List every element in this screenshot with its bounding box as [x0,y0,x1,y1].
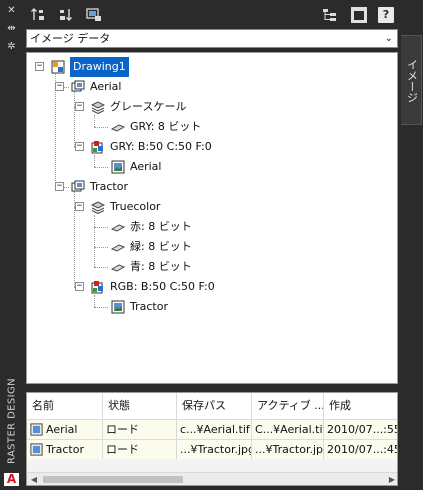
tree-item-drawing1[interactable]: − Drawing1 [27,57,397,77]
image-icon [111,300,125,314]
column-header-saved-path[interactable]: 保存パス [177,393,252,419]
window-icon[interactable] [351,7,367,23]
cell-state: ロード [103,420,177,439]
band-icon [110,240,126,254]
tab-image[interactable]: イメージ [401,35,422,125]
collapse-toggle[interactable]: − [75,102,84,111]
tree-item-label: Tractor [90,180,128,193]
tree-item-label: RGB: B:50 C:50 F:0 [110,280,215,293]
column-header-created[interactable]: 作成 [324,393,397,419]
tree-item-label: Aerial [130,160,162,173]
table-header: 名前 状態 保存パス アクティブ ... 作成 [27,393,397,419]
tree-item-label: GRY: B:50 C:50 F:0 [110,140,212,153]
tab-image-label: イメージ [405,59,419,103]
layers-icon [90,100,106,115]
palette-rail: ✕ ⇹ ✲ RASTER DESIGN A [0,0,24,490]
collapse-toggle[interactable]: − [55,82,64,91]
cell-active-path: C...¥Aerial.tif [252,420,324,439]
cell-created: 2010/07...:55 [327,423,398,436]
collapse-toggle[interactable]: − [75,282,84,291]
cell-saved-path: ...¥Tractor.jpg [177,440,252,459]
close-icon[interactable]: ✕ [5,6,18,16]
cell-name: Aerial [27,420,103,439]
image-group-icon [71,80,85,94]
tree-item-label: Aerial [90,80,122,93]
help-icon[interactable]: ? [378,7,394,23]
autodesk-logo: A [4,473,19,486]
table-row[interactable]: Tractor ロード ...¥Tractor.jpg ...¥Tractor.… [27,439,398,459]
sort-ascending-icon[interactable] [30,7,46,23]
drawing-icon [51,60,65,74]
scrollbar-thumb[interactable] [43,476,183,483]
image-tree: − Drawing1 − Aerial − グレースケール GRY: 8 ビット… [26,52,398,384]
column-header-active-path[interactable]: アクティブ ... [252,393,324,419]
collapse-toggle[interactable]: − [55,182,64,191]
scroll-left-icon[interactable]: ◀ [27,473,41,485]
settings-icon[interactable]: ✲ [5,42,18,52]
color-adjust-icon [91,140,105,154]
image-icon [30,443,43,456]
band-icon [110,120,126,134]
layers-icon [90,200,106,215]
band-icon [110,260,126,274]
tree-item-label: グレースケール [110,100,187,113]
image-table: 名前 状態 保存パス アクティブ ... 作成 Aerial ロード c...¥… [26,392,398,486]
cell-saved-path: c...¥Aerial.tif [177,420,252,439]
image-group-icon [71,180,85,194]
color-adjust-icon [91,280,105,294]
tree-item-label: 緑: 8 ビット [130,240,192,253]
cell-name: Tractor [27,440,103,459]
image-manager-panel: ? イメージ データ ⌄ − Drawing1 − Aerial − グレースケ… [24,0,400,490]
tree-item-label: Tractor [130,300,168,313]
auto-hide-icon[interactable]: ⇹ [5,24,18,34]
tree-item-label: 青: 8 ビット [130,260,192,273]
toolbar: ? [24,0,400,30]
palette-title: RASTER DESIGN [6,377,18,465]
band-icon [110,220,126,234]
cell-created: 2010/07...:45 [327,443,398,456]
image-icon [30,423,43,436]
collapse-toggle[interactable]: − [75,202,84,211]
table-row[interactable]: Aerial ロード c...¥Aerial.tif C...¥Aerial.t… [27,419,398,439]
column-header-name[interactable]: 名前 [27,393,103,419]
cell-state: ロード [103,440,177,459]
scroll-right-icon[interactable]: ▶ [385,473,397,485]
sort-descending-icon[interactable] [58,7,74,23]
collapse-toggle[interactable]: − [35,62,44,71]
pane-splitter[interactable] [24,384,400,392]
chevron-down-icon: ⌄ [384,33,393,44]
cell-active-path: ...¥Tractor.jpg [252,440,324,459]
view-mode-dropdown[interactable]: イメージ データ ⌄ [26,29,398,48]
tree-item-label: 赤: 8 ビット [130,220,192,233]
column-header-state[interactable]: 状態 [103,393,177,419]
dropdown-selected-value: イメージ データ [30,32,111,45]
tree-item-label: Truecolor [110,200,161,213]
image-icon [111,160,125,174]
tree-item-label: Drawing1 [70,57,129,77]
collapse-toggle[interactable]: − [75,142,84,151]
horizontal-scrollbar[interactable]: ◀ ▶ [27,472,397,485]
tree-view-icon[interactable] [322,7,338,23]
tree-item-label: GRY: 8 ビット [130,120,202,133]
attach-image-icon[interactable] [86,7,102,23]
